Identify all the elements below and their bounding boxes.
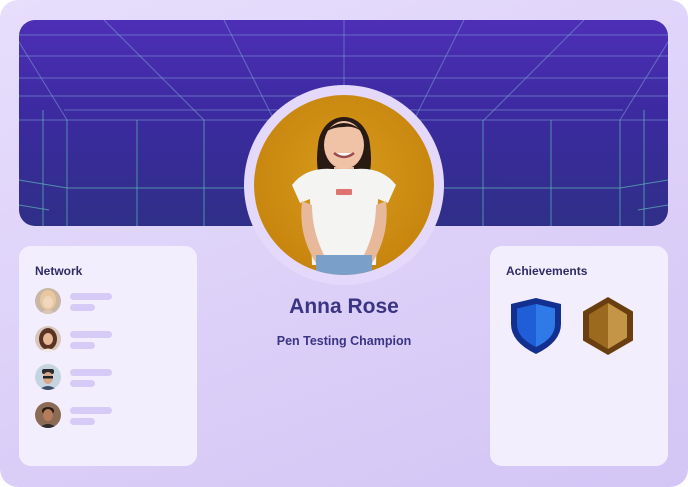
network-panel: Network <box>19 246 197 466</box>
contact-avatar-1-icon <box>35 288 61 314</box>
placeholder-line <box>70 342 95 349</box>
profile-role: Pen Testing Champion <box>276 334 412 348</box>
bronze-hexagon-badge-icon[interactable] <box>581 296 635 361</box>
network-contact[interactable] <box>35 364 185 392</box>
placeholder-line <box>70 293 112 300</box>
placeholder-line <box>70 369 112 376</box>
placeholder-line <box>70 331 112 338</box>
network-contact[interactable] <box>35 288 185 316</box>
network-title: Network <box>35 264 83 278</box>
user-photo-icon <box>292 117 396 275</box>
contact-avatar-2-icon <box>35 326 61 352</box>
profile-photo[interactable] <box>254 95 434 275</box>
network-contact[interactable] <box>35 402 185 430</box>
contact-avatar-3-icon <box>35 364 61 390</box>
contact-avatar-4-icon <box>35 402 61 428</box>
achievements-title: Achievements <box>506 264 588 278</box>
network-contact[interactable] <box>35 326 185 354</box>
placeholder-line <box>70 407 112 414</box>
achievements-panel: Achievements <box>490 246 668 466</box>
placeholder-line <box>70 304 95 311</box>
profile-name: Anna Rose <box>289 295 399 318</box>
profile-card: Anna Rose Pen Testing Champion Network A… <box>0 0 688 487</box>
placeholder-line <box>70 418 95 425</box>
blue-shield-badge-icon[interactable] <box>509 296 563 361</box>
placeholder-line <box>70 380 95 387</box>
